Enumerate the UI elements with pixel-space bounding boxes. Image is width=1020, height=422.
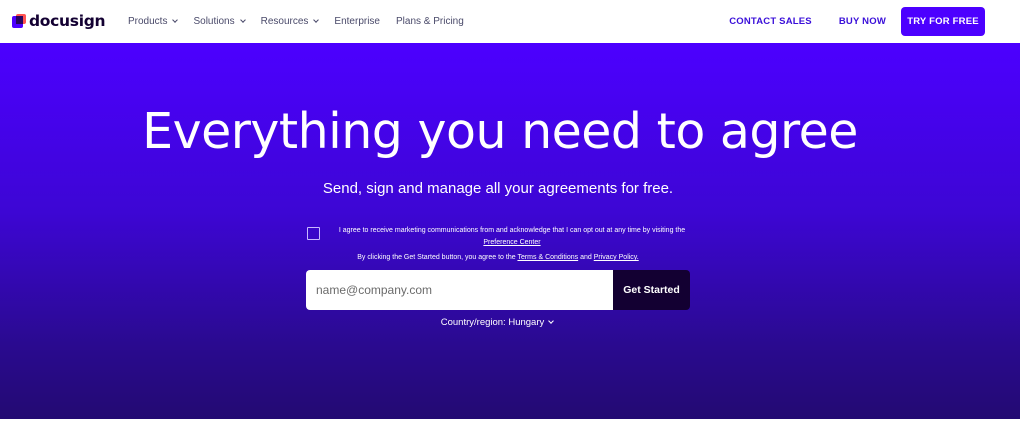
hero-headline: Everything you need to agree xyxy=(142,103,858,160)
docusign-logo[interactable]: docusign xyxy=(12,11,106,31)
country-label: Country/region: Hungary xyxy=(440,317,545,328)
consent-text-body: I agree to receive marketing communicati… xyxy=(338,227,686,234)
hero-subheadline: Send, sign and manage all your agreement… xyxy=(322,180,674,197)
terms-notice: By clicking the Get Started button, you … xyxy=(0,254,996,261)
chevron-down-icon xyxy=(172,17,179,23)
get-started-button[interactable]: Get Started xyxy=(613,270,690,310)
terms-and-text: and xyxy=(578,254,594,261)
terms-text: By clicking the Get Started button, you … xyxy=(357,254,518,261)
nav-item-solutions[interactable]: Solutions xyxy=(193,16,246,27)
buy-now-link[interactable]: BUY NOW xyxy=(839,16,886,27)
nav-item-plans-pricing[interactable]: Plans & Pricing xyxy=(396,16,464,27)
nav-item-label: Solutions xyxy=(193,16,235,27)
chevron-down-icon xyxy=(548,318,555,324)
hero-section: Everything you need to agree Send, sign … xyxy=(0,43,1020,419)
email-input[interactable] xyxy=(306,270,613,310)
logo-text: docusign xyxy=(29,12,106,30)
nav-item-enterprise[interactable]: Enterprise xyxy=(334,16,380,27)
docusign-logo-icon xyxy=(12,14,26,28)
chevron-down-icon xyxy=(313,17,320,23)
country-selector[interactable]: Country/region: Hungary xyxy=(0,317,994,328)
main-menu: Products Solutions Resources Enterprise … xyxy=(128,0,480,43)
nav-actions: CONTACT SALES BUY NOW TRY FOR FREE xyxy=(729,7,985,36)
try-for-free-button[interactable]: TRY FOR FREE xyxy=(901,7,985,36)
nav-item-products[interactable]: Products xyxy=(128,16,179,27)
nav-item-label: Resources xyxy=(260,16,309,27)
nav-item-resources[interactable]: Resources xyxy=(260,16,320,27)
marketing-consent-checkbox[interactable] xyxy=(307,227,320,240)
signup-form: Get Started xyxy=(306,270,690,310)
nav-item-label: Enterprise xyxy=(334,16,380,27)
consent-text: I agree to receive marketing communicati… xyxy=(327,225,697,249)
nav-item-label: Plans & Pricing xyxy=(396,16,464,27)
privacy-policy-link[interactable]: Privacy Policy. xyxy=(594,254,639,261)
marketing-consent: I agree to receive marketing communicati… xyxy=(307,225,697,249)
top-nav: docusign Products Solutions Resources En… xyxy=(0,0,1020,43)
contact-sales-link[interactable]: CONTACT SALES xyxy=(729,16,812,27)
nav-item-label: Products xyxy=(128,16,168,27)
preference-center-link[interactable]: Preference Center xyxy=(483,239,540,246)
terms-conditions-link[interactable]: Terms & Conditions xyxy=(517,254,578,261)
chevron-down-icon xyxy=(239,17,246,23)
